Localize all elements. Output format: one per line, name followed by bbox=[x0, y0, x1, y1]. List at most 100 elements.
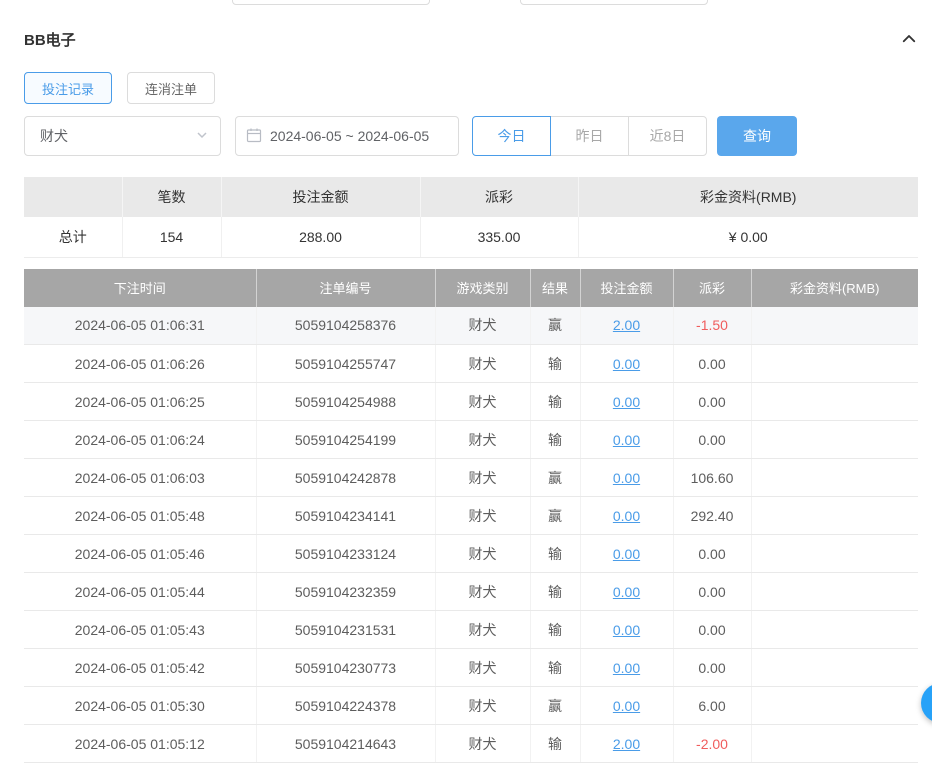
filter-row: 财犬 2024-06-05 ~ 2024-06-05 今日 昨日 近8日 查询 bbox=[24, 116, 932, 156]
payout-cell: 6.00 bbox=[673, 687, 751, 725]
search-button[interactable]: 查询 bbox=[717, 116, 797, 156]
bet-time-cell: 2024-06-05 01:06:24 bbox=[24, 421, 256, 459]
records-header-payout: 派彩 bbox=[673, 269, 751, 307]
bet-amount-link[interactable]: 0.00 bbox=[613, 584, 640, 600]
result-cell: 输 bbox=[530, 573, 580, 611]
bet-amount-link[interactable]: 0.00 bbox=[613, 432, 640, 448]
table-row: 2024-06-05 01:05:465059104233124财犬输0.000… bbox=[24, 535, 918, 573]
bonus-cell bbox=[751, 345, 918, 383]
bet-amount-link[interactable]: 0.00 bbox=[613, 698, 640, 714]
page: BB电子 投注记录 连消注单 财犬 2024-06-05 ~ 2024 bbox=[0, 0, 932, 751]
bet-amount-cell: 0.00 bbox=[580, 383, 673, 421]
result-cell: 输 bbox=[530, 649, 580, 687]
quick-btn-last-8-days[interactable]: 近8日 bbox=[628, 116, 707, 156]
quick-btn-today[interactable]: 今日 bbox=[472, 116, 551, 156]
order-id-cell: 5059104242878 bbox=[256, 459, 435, 497]
payout-cell: -2.00 bbox=[673, 725, 751, 763]
payout-cell: -1.50 bbox=[673, 307, 751, 345]
summary-total-label: 总计 bbox=[24, 217, 122, 257]
summary-header-bonus: 彩金资料(RMB) bbox=[578, 177, 918, 217]
top-partial-input-2[interactable] bbox=[520, 0, 708, 5]
order-id-cell: 5059104234141 bbox=[256, 497, 435, 535]
table-row: 2024-06-05 01:06:255059104254988财犬输0.000… bbox=[24, 383, 918, 421]
bet-amount-link[interactable]: 0.00 bbox=[613, 470, 640, 486]
bet-amount-link[interactable]: 0.00 bbox=[613, 394, 640, 410]
bet-amount-cell: 0.00 bbox=[580, 535, 673, 573]
records-header-bonus: 彩金资料(RMB) bbox=[751, 269, 918, 307]
game-type-cell: 财犬 bbox=[435, 307, 530, 345]
payout-cell: 106.60 bbox=[673, 459, 751, 497]
records-header-row: 下注时间 注单编号 游戏类别 结果 投注金额 派彩 彩金资料(RMB) bbox=[24, 269, 918, 307]
summary-bet-amount-value: 288.00 bbox=[221, 217, 420, 257]
result-cell: 输 bbox=[530, 611, 580, 649]
order-id-cell: 5059104230773 bbox=[256, 649, 435, 687]
bet-amount-link[interactable]: 0.00 bbox=[613, 356, 640, 372]
collapse-chevron-up-icon[interactable] bbox=[900, 30, 918, 48]
bonus-cell bbox=[751, 649, 918, 687]
date-quick-button-group: 今日 昨日 近8日 bbox=[472, 116, 707, 156]
records-header-bet-time: 下注时间 bbox=[24, 269, 256, 307]
game-select[interactable]: 财犬 bbox=[24, 116, 221, 156]
bet-amount-link[interactable]: 0.00 bbox=[613, 660, 640, 676]
table-row: 2024-06-05 01:06:265059104255747财犬输0.000… bbox=[24, 345, 918, 383]
top-partial-input-1[interactable] bbox=[232, 0, 430, 5]
records-table: 下注时间 注单编号 游戏类别 结果 投注金额 派彩 彩金资料(RMB) 2024… bbox=[24, 269, 918, 763]
summary-header-row: 笔数 投注金额 派彩 彩金资料(RMB) bbox=[24, 177, 918, 217]
calendar-icon bbox=[246, 127, 262, 146]
page-title: BB电子 bbox=[24, 29, 76, 50]
table-row: 2024-06-05 01:05:485059104234141财犬赢0.002… bbox=[24, 497, 918, 535]
result-cell: 输 bbox=[530, 725, 580, 763]
table-row: 2024-06-05 01:05:305059104224378财犬赢0.006… bbox=[24, 687, 918, 725]
summary-payout-value: 335.00 bbox=[420, 217, 578, 257]
summary-total-row: 总计 154 288.00 335.00 ¥ 0.00 bbox=[24, 217, 918, 257]
bet-time-cell: 2024-06-05 01:05:46 bbox=[24, 535, 256, 573]
bet-time-cell: 2024-06-05 01:05:12 bbox=[24, 725, 256, 763]
quick-btn-yesterday[interactable]: 昨日 bbox=[550, 116, 629, 156]
table-row: 2024-06-05 01:05:125059104214643财犬输2.00-… bbox=[24, 725, 918, 763]
bonus-cell bbox=[751, 421, 918, 459]
result-cell: 输 bbox=[530, 421, 580, 459]
payout-cell: 0.00 bbox=[673, 383, 751, 421]
bet-time-cell: 2024-06-05 01:05:48 bbox=[24, 497, 256, 535]
bonus-cell bbox=[751, 573, 918, 611]
summary-count-value: 154 bbox=[122, 217, 221, 257]
bet-amount-link[interactable]: 0.00 bbox=[613, 508, 640, 524]
payout-cell: 0.00 bbox=[673, 345, 751, 383]
game-type-cell: 财犬 bbox=[435, 421, 530, 459]
bonus-cell bbox=[751, 725, 918, 763]
bet-amount-cell: 2.00 bbox=[580, 307, 673, 345]
game-type-cell: 财犬 bbox=[435, 459, 530, 497]
bet-time-cell: 2024-06-05 01:05:42 bbox=[24, 649, 256, 687]
date-range-value: 2024-06-05 ~ 2024-06-05 bbox=[270, 128, 429, 144]
payout-cell: 0.00 bbox=[673, 421, 751, 459]
bonus-cell bbox=[751, 687, 918, 725]
order-id-cell: 5059104233124 bbox=[256, 535, 435, 573]
tab-cancelled-orders[interactable]: 连消注单 bbox=[127, 72, 215, 104]
tab-bet-records[interactable]: 投注记录 bbox=[24, 72, 112, 104]
bet-amount-cell: 2.00 bbox=[580, 725, 673, 763]
game-type-cell: 财犬 bbox=[435, 611, 530, 649]
result-cell: 赢 bbox=[530, 307, 580, 345]
bet-amount-link[interactable]: 0.00 bbox=[613, 622, 640, 638]
bet-amount-link[interactable]: 0.00 bbox=[613, 546, 640, 562]
customer-service-bubble[interactable] bbox=[921, 683, 932, 723]
order-id-cell: 5059104232359 bbox=[256, 573, 435, 611]
table-row: 2024-06-05 01:06:245059104254199财犬输0.000… bbox=[24, 421, 918, 459]
bet-amount-cell: 0.00 bbox=[580, 687, 673, 725]
bet-amount-cell: 0.00 bbox=[580, 649, 673, 687]
bet-amount-cell: 0.00 bbox=[580, 573, 673, 611]
result-cell: 赢 bbox=[530, 497, 580, 535]
game-select-value: 财犬 bbox=[40, 126, 68, 146]
bet-amount-link[interactable]: 2.00 bbox=[613, 317, 640, 333]
summary-header-blank bbox=[24, 177, 122, 217]
game-type-cell: 财犬 bbox=[435, 573, 530, 611]
order-id-cell: 5059104231531 bbox=[256, 611, 435, 649]
date-range-input[interactable]: 2024-06-05 ~ 2024-06-05 bbox=[235, 116, 459, 156]
bet-time-cell: 2024-06-05 01:05:43 bbox=[24, 611, 256, 649]
game-type-cell: 财犬 bbox=[435, 725, 530, 763]
bet-amount-link[interactable]: 2.00 bbox=[613, 736, 640, 752]
summary-bonus-value: ¥ 0.00 bbox=[578, 217, 918, 257]
bonus-cell bbox=[751, 383, 918, 421]
payout-cell: 0.00 bbox=[673, 649, 751, 687]
bet-amount-cell: 0.00 bbox=[580, 611, 673, 649]
